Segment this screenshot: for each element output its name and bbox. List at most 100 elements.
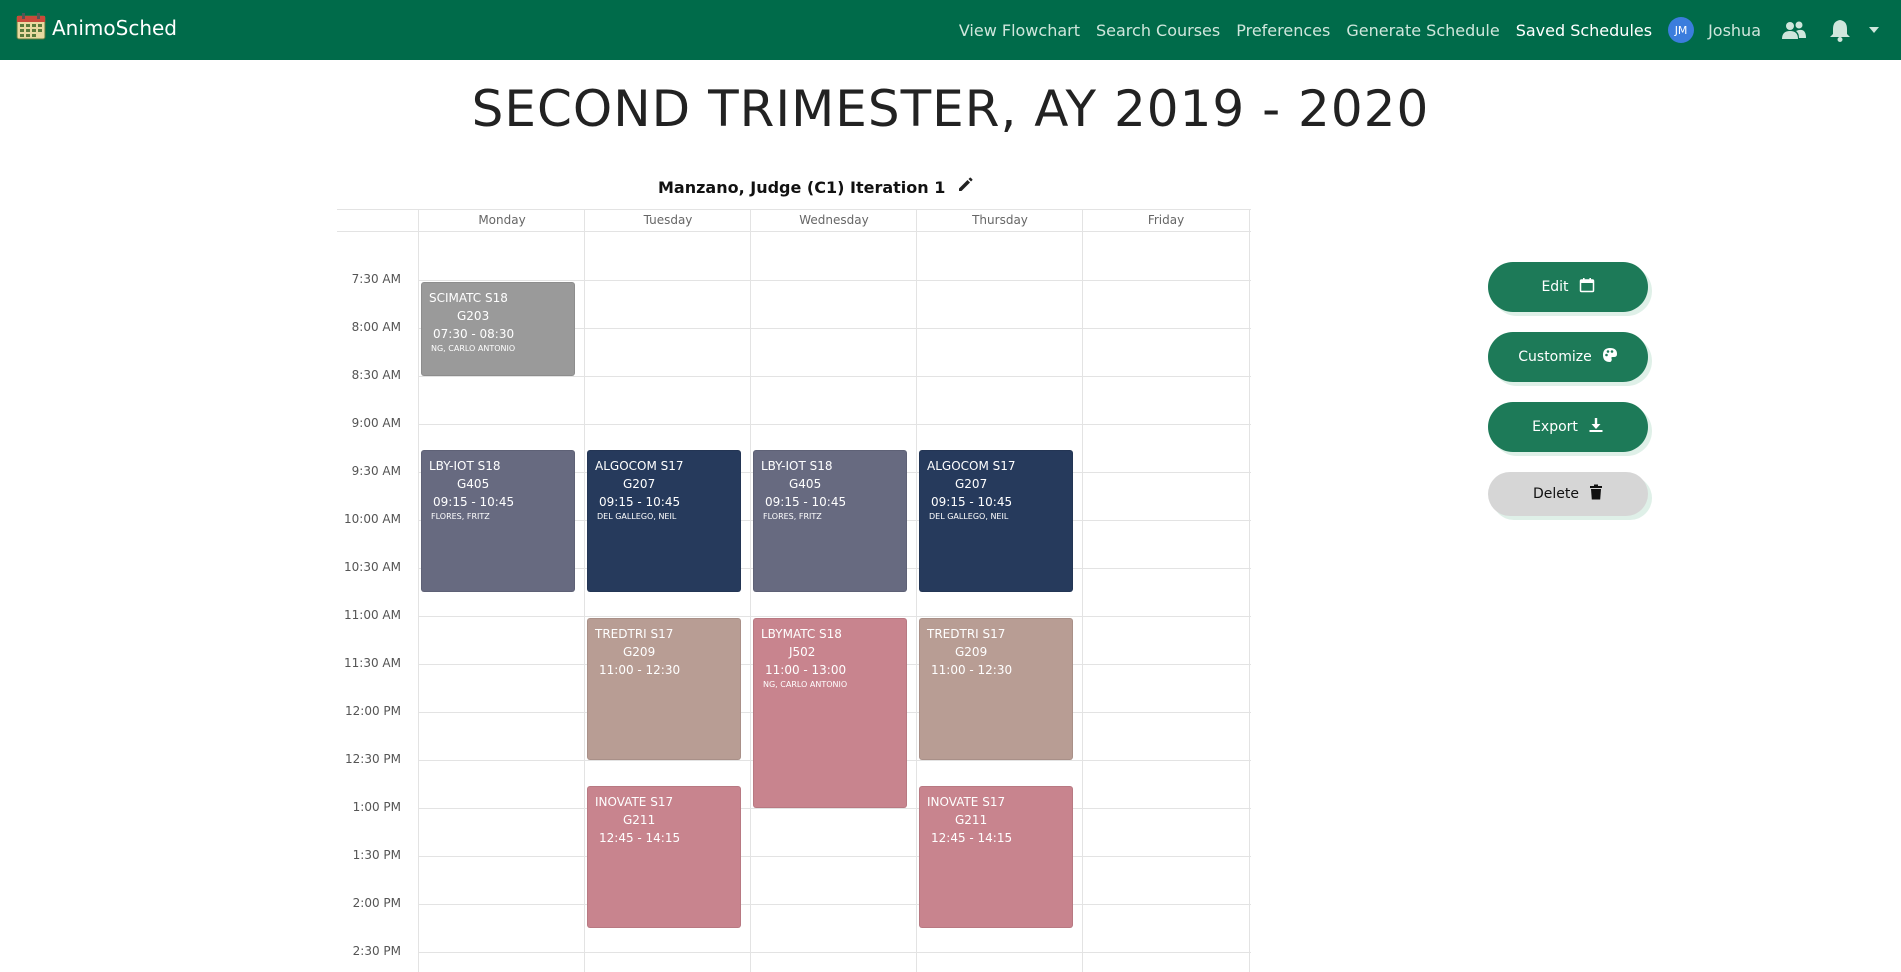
delete-button-label: Delete: [1533, 486, 1579, 502]
grid-row-line: [418, 424, 1251, 425]
grid-row-line: [418, 856, 1251, 857]
class-time: 07:30 - 08:30: [433, 327, 515, 341]
class-code: TREDTRI S17: [595, 627, 674, 641]
grid-column-line: [584, 209, 585, 972]
class-room: G209: [623, 645, 656, 659]
class-block[interactable]: ALGOCOM S17 G207 09:15 - 10:45 DEL GALLEGO,…: [919, 450, 1073, 592]
grid-row-line: [418, 280, 1251, 281]
class-block[interactable]: LBYMATC S18 J502 11:00 - 13:00 NG, CARLO AN…: [753, 618, 907, 808]
class-room: G405: [789, 477, 822, 491]
class-time: 12:45 - 14:15: [599, 831, 681, 845]
time-label: 11:00 AM: [344, 608, 401, 622]
class-block[interactable]: INOVATE S17 G211 12:45 - 14:15: [919, 786, 1073, 928]
brand[interactable]: AnimoSched: [16, 12, 177, 44]
class-room: G405: [457, 477, 490, 491]
time-label: 1:30 PM: [352, 848, 401, 862]
class-code: LBY-IOT S18: [761, 459, 833, 473]
calendar-header-border: [337, 231, 1251, 232]
schedule-name: Manzano, Judge (C1) Iteration 1: [658, 177, 946, 197]
user-name[interactable]: Joshua: [1708, 21, 1761, 40]
nav-search-courses[interactable]: Search Courses: [1096, 21, 1220, 40]
class-professor: DEL GALLEGO, NEIL: [929, 512, 1009, 521]
time-label: 2:00 PM: [352, 896, 401, 910]
class-professor: NG, CARLO ANTONIO: [763, 680, 848, 689]
time-label: 7:30 AM: [351, 272, 401, 286]
class-block[interactable]: LBY-IOT S18 G405 09:15 - 10:45 FLORES, FRIT…: [421, 450, 575, 592]
pencil-icon[interactable]: [957, 177, 973, 197]
time-label: 10:30 AM: [344, 560, 401, 574]
time-label: 9:00 AM: [351, 416, 401, 430]
class-time: 09:15 - 10:45: [931, 495, 1013, 509]
avatar[interactable]: JM: [1668, 17, 1695, 43]
brand-name: AnimoSched: [52, 16, 177, 40]
grid-row-line: [418, 904, 1251, 905]
class-time: 12:45 - 14:15: [931, 831, 1013, 845]
day-header-thursday: Thursday: [972, 213, 1028, 227]
class-room: J502: [789, 645, 816, 659]
class-time: 11:00 - 12:30: [599, 663, 681, 677]
grid-row-line: [418, 808, 1251, 809]
schedule-name-row: Manzano, Judge (C1) Iteration 1: [658, 177, 973, 197]
class-professor: NG, CARLO ANTONIO: [431, 344, 516, 353]
time-label: 2:30 PM: [352, 944, 401, 958]
class-block[interactable]: SCIMATC S18 G203 07:30 - 08:30 NG, CARLO AN…: [421, 282, 575, 376]
top-navbar: AnimoSched View Flowchart Search Courses…: [0, 0, 1901, 60]
class-code: INOVATE S17: [927, 795, 1006, 809]
class-block[interactable]: LBY-IOT S18 G405 09:15 - 10:45 FLORES, FRIT…: [753, 450, 907, 592]
class-professor: FLORES, FRITZ: [431, 512, 490, 521]
edit-button-label: Edit: [1541, 279, 1569, 295]
class-room: G211: [623, 813, 656, 827]
nav-view-flowchart[interactable]: View Flowchart: [959, 21, 1080, 40]
nav-menu: View Flowchart Search Courses Preference…: [959, 0, 1901, 60]
grid-row-line: [418, 952, 1251, 953]
day-header-wednesday: Wednesday: [799, 213, 869, 227]
customize-button-label: Customize: [1518, 349, 1592, 365]
delete-button[interactable]: Delete: [1488, 472, 1648, 516]
calendar-icon: [1579, 277, 1595, 297]
day-header-friday: Friday: [1147, 213, 1185, 227]
edit-button[interactable]: Edit: [1488, 262, 1648, 312]
class-professor: DEL GALLEGO, NEIL: [597, 512, 677, 521]
bell-icon[interactable]: [1829, 18, 1851, 42]
class-time: 11:00 - 13:00: [765, 663, 847, 677]
class-block[interactable]: INOVATE S17 G211 12:45 - 14:15: [587, 786, 741, 928]
time-label: 10:00 AM: [344, 512, 401, 526]
page-title: SECOND TRIMESTER, AY 2019 - 2020: [471, 80, 1430, 138]
grid-column-line: [1249, 209, 1250, 972]
schedule-calendar: Monday Tuesday Wednesday Thursday Friday…: [337, 209, 1251, 972]
class-code: LBY-IOT S18: [429, 459, 501, 473]
time-label: 9:30 AM: [351, 464, 401, 478]
class-time: 11:00 - 12:30: [931, 663, 1013, 677]
class-code: TREDTRI S17: [927, 627, 1006, 641]
palette-icon: [1602, 347, 1618, 367]
class-time: 09:15 - 10:45: [433, 495, 515, 509]
nav-preferences[interactable]: Preferences: [1236, 21, 1330, 40]
grid-row-line: [418, 616, 1251, 617]
download-icon: [1588, 417, 1604, 437]
class-code: ALGOCOM S17: [595, 459, 684, 473]
class-block[interactable]: TREDTRI S17 G209 11:00 - 12:30: [587, 618, 741, 760]
class-code: LBYMATC S18: [761, 627, 842, 641]
class-room: G207: [955, 477, 988, 491]
chevron-down-icon[interactable]: [1869, 27, 1879, 33]
customize-button[interactable]: Customize: [1488, 332, 1648, 382]
friends-icon[interactable]: [1781, 20, 1807, 40]
class-code: ALGOCOM S17: [927, 459, 1016, 473]
export-button-label: Export: [1532, 419, 1578, 435]
class-block[interactable]: ALGOCOM S17 G207 09:15 - 10:45 DEL GALLEGO,…: [587, 450, 741, 592]
class-block[interactable]: TREDTRI S17 G209 11:00 - 12:30: [919, 618, 1073, 760]
time-label: 8:00 AM: [351, 320, 401, 334]
time-label: 1:00 PM: [352, 800, 401, 814]
nav-generate-schedule[interactable]: Generate Schedule: [1346, 21, 1499, 40]
export-button[interactable]: Export: [1488, 402, 1648, 452]
time-label: 12:00 PM: [345, 704, 401, 718]
time-label: 12:30 PM: [345, 752, 401, 766]
time-label: 11:30 AM: [344, 656, 401, 670]
nav-saved-schedules[interactable]: Saved Schedules: [1516, 21, 1652, 40]
grid-column-line: [916, 209, 917, 972]
class-code: SCIMATC S18: [429, 291, 508, 305]
time-label: 8:30 AM: [351, 368, 401, 382]
grid-column-line: [1082, 209, 1083, 972]
class-time: 09:15 - 10:45: [599, 495, 681, 509]
class-room: G211: [955, 813, 988, 827]
